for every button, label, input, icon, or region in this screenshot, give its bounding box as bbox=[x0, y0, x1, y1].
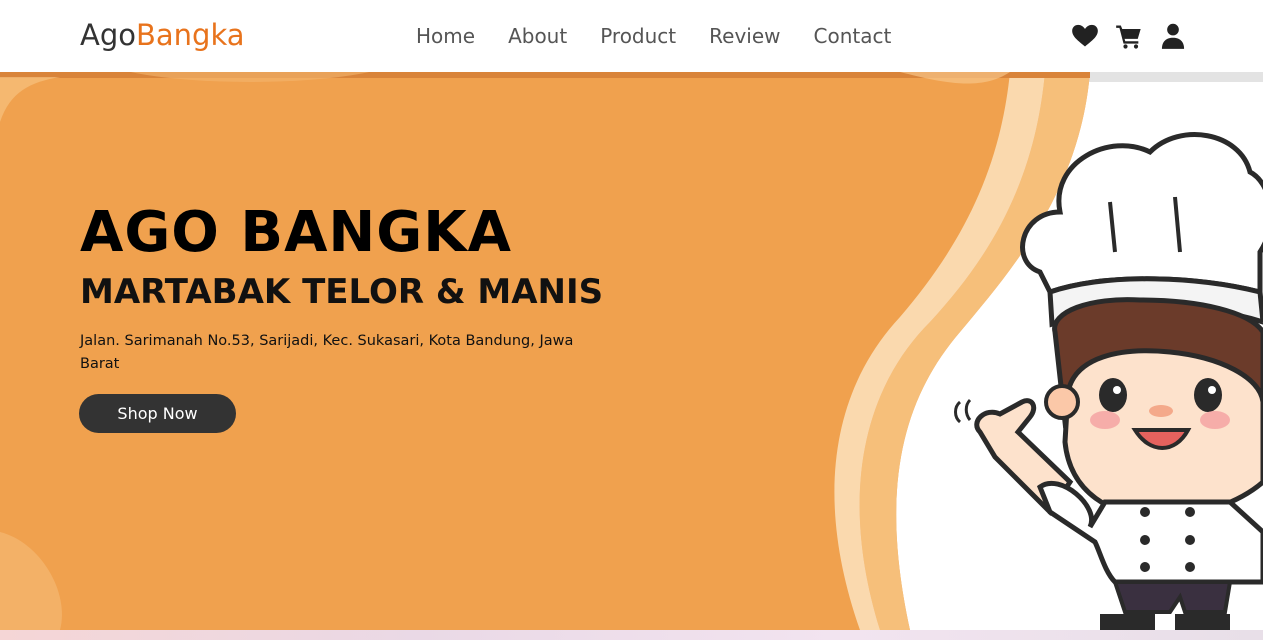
nav-home[interactable]: Home bbox=[416, 24, 475, 48]
hero-title: AGO BANGKA bbox=[80, 200, 512, 265]
hero-address: Jalan. Sarimanah No.53, Sarijadi, Kec. S… bbox=[80, 333, 574, 372]
logo-accent: Bangka bbox=[136, 18, 245, 52]
nav-contact[interactable]: Contact bbox=[814, 24, 892, 48]
nav-product[interactable]: Product bbox=[600, 24, 676, 48]
cart-icon[interactable] bbox=[1115, 22, 1143, 50]
hero-section: AGO BANGKA MARTABAK TELOR & MANIS Jalan.… bbox=[0, 72, 1263, 630]
header-icons bbox=[1071, 22, 1187, 50]
hero-subtitle: MARTABAK TELOR & MANIS bbox=[80, 272, 604, 312]
heart-icon[interactable] bbox=[1071, 22, 1099, 50]
user-icon[interactable] bbox=[1159, 22, 1187, 50]
nav-about[interactable]: About bbox=[508, 24, 567, 48]
chef-illustration bbox=[954, 132, 1263, 630]
nav-review[interactable]: Review bbox=[709, 24, 780, 48]
shop-now-button[interactable]: Shop Now bbox=[79, 394, 236, 433]
logo-prefix: Ago bbox=[80, 18, 136, 52]
browser-bottom-strip bbox=[0, 630, 1263, 640]
site-header: AgoBangka Home About Product Review Cont… bbox=[0, 0, 1263, 72]
main-nav: Home About Product Review Contact bbox=[416, 24, 924, 48]
site-logo[interactable]: AgoBangka bbox=[80, 18, 245, 52]
